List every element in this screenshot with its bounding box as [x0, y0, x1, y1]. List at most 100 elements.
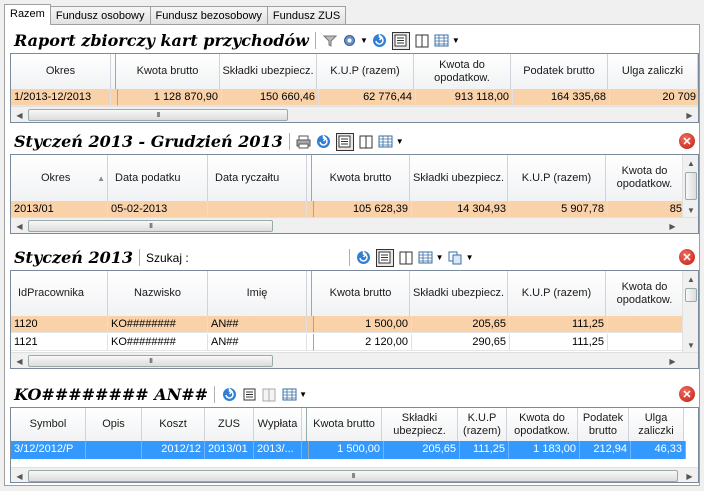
report-icon[interactable]: [391, 31, 410, 50]
column-header[interactable]: IdPracownika: [11, 271, 108, 316]
column-header[interactable]: K.U.P (razem): [317, 54, 414, 89]
copy-icon[interactable]: [448, 250, 464, 266]
grid-icon[interactable]: [434, 33, 450, 49]
column-header[interactable]: Składki ubezpiecz.: [410, 155, 508, 201]
close-icon[interactable]: ✕: [679, 249, 695, 265]
column-header[interactable]: Kwota brutto: [116, 54, 220, 89]
tab-fundusz-bezosobowy[interactable]: Fundusz bezosobowy: [149, 6, 268, 25]
vertical-scrollbar[interactable]: ▲ ▼: [682, 271, 698, 353]
refresh-icon[interactable]: [356, 250, 372, 266]
columns-icon[interactable]: [398, 250, 414, 266]
close-icon[interactable]: ✕: [679, 386, 695, 402]
tab-fundusz-zus[interactable]: Fundusz ZUS: [266, 6, 347, 25]
refresh-icon[interactable]: [316, 134, 332, 150]
chevron-down-icon[interactable]: ▼: [466, 253, 474, 262]
gear-icon[interactable]: [342, 33, 358, 49]
column-header[interactable]: Ulga zaliczki: [608, 54, 698, 89]
report-icon[interactable]: [335, 132, 354, 151]
column-header[interactable]: Data ryczałtu: [208, 155, 307, 201]
panel-title: Styczeń 2013: [14, 248, 133, 267]
cell: [208, 201, 307, 218]
detail-grid: Symbol Opis Koszt ZUS Wypłata Kwota brut…: [10, 407, 699, 483]
column-header[interactable]: ZUS: [205, 408, 254, 441]
filter-icon[interactable]: [322, 33, 338, 49]
column-header[interactable]: Kwota do opodatkow.: [507, 408, 578, 441]
grid-icon[interactable]: [281, 387, 297, 403]
column-header[interactable]: Składki ubezpiecz.: [220, 54, 317, 89]
column-header[interactable]: Okres: [11, 54, 111, 89]
vertical-scrollbar[interactable]: ▲ ▼: [682, 155, 698, 218]
chevron-down-icon[interactable]: ▼: [452, 36, 460, 45]
column-header[interactable]: Data podatku: [108, 155, 208, 201]
column-header[interactable]: Kwota brutto: [307, 408, 382, 441]
print-icon[interactable]: [296, 134, 312, 150]
horizontal-scrollbar[interactable]: ◀ III ▶: [11, 217, 698, 233]
column-header[interactable]: Okres ▲: [11, 155, 108, 201]
employee-grid: IdPracownika Nazwisko Imię Kwota brutto …: [10, 270, 699, 369]
cell: 205,65: [384, 441, 460, 459]
table-row[interactable]: 1/2013-12/2013 1 128 870,90 150 660,46 6…: [11, 89, 698, 106]
cell: 150 660,46: [222, 89, 319, 106]
tab-fundusz-osobowy[interactable]: Fundusz osobowy: [49, 6, 151, 25]
column-header[interactable]: Ulga zaliczki: [629, 408, 684, 441]
cell: 05-02-2013: [108, 201, 208, 218]
panel-month: Styczeń 2013 Szukaj : ▼ ▼ ✕ IdPracownika…: [10, 245, 699, 369]
table-row[interactable]: 2013/01 05-02-2013 105 628,39 14 304,93 …: [11, 201, 686, 218]
horizontal-scrollbar[interactable]: ◀ III ▶: [11, 352, 698, 368]
chevron-down-icon[interactable]: ▼: [396, 137, 404, 146]
search-input[interactable]: [193, 249, 343, 267]
table-row-selected[interactable]: 3/12/2012/P 2012/12 2013/01 2013/... 1 5…: [11, 441, 686, 459]
column-header[interactable]: Opis: [86, 408, 142, 441]
column-header[interactable]: Kwota do opodatkow.: [606, 271, 684, 316]
cell: 105 628,39: [314, 201, 412, 218]
column-header[interactable]: Składki ubezpiecz.: [382, 408, 458, 441]
cell: 2013/01: [11, 201, 108, 218]
column-header[interactable]: Wypłata: [254, 408, 302, 441]
report-icon[interactable]: [241, 387, 257, 403]
table-row[interactable]: 1121 KO######## AN## 2 120,00 290,65 111…: [11, 334, 686, 351]
grid-icon[interactable]: [418, 250, 434, 266]
cell: 2012/12: [142, 441, 205, 459]
cell: 2013/01: [205, 441, 254, 459]
column-header[interactable]: K.U.P (razem): [508, 271, 606, 316]
column-header[interactable]: Nazwisko: [108, 271, 208, 316]
column-header[interactable]: Podatek brutto: [578, 408, 629, 441]
cell: 1 500,00: [309, 441, 384, 459]
column-header[interactable]: Kwota brutto: [312, 155, 410, 201]
column-header[interactable]: Symbol: [11, 408, 86, 441]
chevron-down-icon[interactable]: ▼: [360, 36, 368, 45]
panel-title: KO######## AN##: [14, 385, 209, 404]
report-icon[interactable]: [375, 248, 394, 267]
refresh-icon[interactable]: [372, 33, 388, 49]
summary-grid: Okres Kwota brutto Składki ubezpiecz. K.…: [10, 53, 699, 123]
chevron-down-icon[interactable]: ▼: [299, 390, 307, 399]
column-header[interactable]: Kwota do opodatkow.: [606, 155, 684, 201]
columns-icon[interactable]: [414, 33, 430, 49]
chevron-down-icon[interactable]: ▼: [436, 253, 444, 262]
column-header[interactable]: Podatek brutto: [511, 54, 608, 89]
columns-icon[interactable]: [261, 387, 277, 403]
cell: 2 120,00: [314, 334, 412, 351]
column-header[interactable]: Kwota do opodatkow.: [414, 54, 511, 89]
tab-razem[interactable]: Razem: [4, 4, 51, 25]
column-header[interactable]: K.U.P (razem): [508, 155, 606, 201]
column-header[interactable]: Koszt: [142, 408, 205, 441]
cell: 212,94: [580, 441, 631, 459]
cell: 913 118,00: [416, 89, 513, 106]
column-header[interactable]: Składki ubezpiecz.: [410, 271, 508, 316]
column-header[interactable]: Imię: [208, 271, 307, 316]
refresh-icon[interactable]: [221, 387, 237, 403]
column-header[interactable]: Kwota brutto: [312, 271, 410, 316]
cell: 1121: [11, 334, 108, 351]
cell: 1 183,00: [509, 441, 580, 459]
cell: 1/2013-12/2013: [11, 89, 111, 106]
column-header[interactable]: K.U.P (razem): [458, 408, 507, 441]
horizontal-scrollbar[interactable]: ◀ III ▶: [11, 106, 698, 122]
table-row[interactable]: 1120 KO######## AN## 1 500,00 205,65 111…: [11, 316, 686, 333]
sort-arrow-icon: ▲: [97, 173, 105, 183]
columns-icon[interactable]: [358, 134, 374, 150]
grid-icon[interactable]: [378, 134, 394, 150]
cell: KO########: [108, 334, 208, 351]
close-icon[interactable]: ✕: [679, 133, 695, 149]
horizontal-scrollbar[interactable]: ◀ III ▶: [11, 467, 698, 482]
